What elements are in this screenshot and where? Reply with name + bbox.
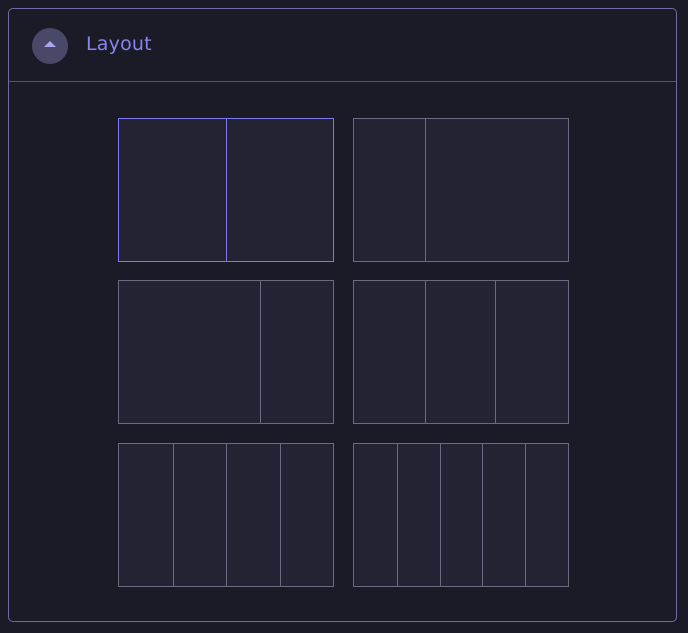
column-divider: [226, 119, 227, 261]
column-divider: [440, 444, 441, 586]
column-divider: [280, 444, 281, 586]
layout-option-narrow-wide[interactable]: [353, 118, 569, 262]
column-divider: [173, 444, 174, 586]
section-title: Layout: [86, 33, 152, 55]
collapse-toggle-button[interactable]: [32, 28, 68, 64]
layout-panel: Layout: [8, 8, 677, 622]
layout-option-five-equal[interactable]: [353, 443, 569, 587]
column-divider: [495, 281, 496, 423]
layout-section-header[interactable]: Layout: [9, 9, 676, 82]
layout-option-three-equal[interactable]: [353, 280, 569, 424]
column-divider: [226, 444, 227, 586]
column-divider: [425, 281, 426, 423]
column-divider: [397, 444, 398, 586]
column-divider: [425, 119, 426, 261]
layout-option-four-equal[interactable]: [118, 443, 334, 587]
layout-option-two-equal[interactable]: [118, 118, 334, 262]
column-divider: [525, 444, 526, 586]
layout-option-wide-narrow[interactable]: [118, 280, 334, 424]
column-divider: [260, 281, 261, 423]
column-divider: [482, 444, 483, 586]
chevron-up-icon: [44, 41, 56, 47]
